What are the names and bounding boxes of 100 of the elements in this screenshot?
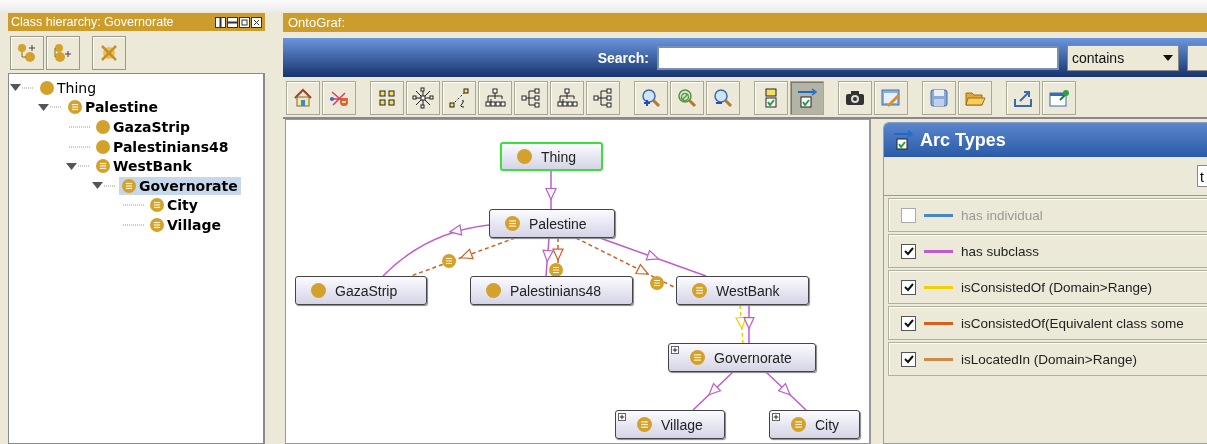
toolbar-button[interactable] [706,81,740,115]
tree-item[interactable]: City [147,196,201,215]
property-arrow [735,304,747,344]
connector-line [123,204,145,207]
minimize-icon [227,16,238,28]
arc-types-title: Arc Types [920,129,1006,151]
checkbox[interactable] [901,315,916,331]
toolbar-button[interactable] [478,81,512,115]
radial-layout-icon [412,87,434,109]
add-sibling-icon [52,42,74,64]
equivalent-class-icon [636,416,653,433]
add-subclass-icon [16,42,38,64]
equivalent-class-icon [504,215,521,232]
tree-item[interactable]: Governorate [119,176,241,195]
connector-line [22,86,34,89]
tree-item[interactable]: Palestinians48 [93,137,232,156]
equivalent-class-icon [790,416,807,433]
subclass-arrow [542,237,554,277]
arc-type-row[interactable]: has subclass [888,234,1207,268]
maximize-view-button[interactable] [239,16,250,28]
search-button[interactable] [1187,44,1207,71]
split-icon [215,16,226,28]
subclass-arrow [743,304,755,344]
class-node[interactable]: WestBank [676,276,809,305]
filter-field[interactable]: t [1197,165,1207,187]
edit-image-icon [880,87,902,109]
arc-filter-icon [892,129,914,151]
toolbar-button[interactable] [514,81,548,115]
toolbar-button[interactable] [790,81,824,115]
arc-type-row[interactable]: isLocatedIn (Domain>Range) [888,342,1207,376]
equivalent-class-icon [149,197,165,214]
tree-layout-icon [556,87,578,109]
class-node[interactable]: GazaStrip [295,276,427,305]
class-node[interactable]: Palestinians48 [470,276,633,305]
class-circle-icon [95,119,111,135]
horizontal-tree-icon [592,87,614,109]
toolbar-button[interactable] [1042,81,1076,115]
toolbar-button[interactable] [550,81,584,115]
zoom-in-icon [640,87,662,109]
class-circle-icon [485,282,502,299]
class-circle-icon [95,138,111,155]
equivalent-class-icon [691,282,708,299]
checkbox[interactable] [901,243,916,259]
toolbar-button[interactable] [406,81,440,115]
connector-line [78,165,90,168]
equivalent-class-icon [689,349,706,366]
arc-filter-icon [796,87,818,109]
search-field[interactable] [657,45,1059,70]
save-icon [928,87,950,109]
connector-line [104,184,116,187]
connector-line [50,106,62,109]
arc-type-row[interactable]: isConsistedOf (Domain>Range) [888,270,1207,304]
toolbar-button[interactable] [586,81,620,115]
toolbar-button[interactable] [838,81,872,115]
search-label: Search: [597,49,649,66]
home-icon [292,87,314,109]
connector-line [123,223,145,226]
arc-type-label: has individual [961,207,1043,223]
pin-icon [1048,87,1070,109]
split-view-button[interactable] [215,16,226,28]
connector-line [69,126,91,128]
checkbox[interactable] [901,207,916,223]
tree-item[interactable]: GazaStrip [93,118,194,136]
grid-layout-icon [376,87,398,109]
arc-type-label: isConsistedOf (Domain>Range) [961,279,1152,295]
zoom-out-icon [712,87,734,109]
close-icon [251,16,262,28]
checkbox[interactable] [901,351,916,367]
arc-type-row[interactable]: isConsistedOf(Equivalent class some [888,306,1207,340]
tree-layout-icon [484,87,506,109]
equivalent-class-icon [95,158,111,175]
close-view-button[interactable] [251,16,262,28]
panel-title: Class hierarchy: Governorate [11,15,174,29]
match-dropdown[interactable]: contains [1067,44,1179,71]
class-node[interactable]: Village [615,410,725,439]
tree-item[interactable]: WestBank [93,157,195,176]
zoom-reset-icon [676,87,698,109]
equivalent-class-icon [67,99,83,116]
panel-title: OntoGraf: [288,15,346,30]
subclass-arrow [765,371,807,411]
class-node[interactable]: Palestine [489,209,615,238]
class-node[interactable]: City [769,410,860,439]
minimize-view-button[interactable] [227,16,238,28]
class-circle-icon [39,79,55,96]
class-node[interactable]: Thing [500,142,603,171]
arc-type-label: isLocatedIn (Domain>Range) [961,351,1137,367]
checkbox[interactable] [901,279,916,295]
arc-type-label: has subclass [961,243,1040,259]
class-node[interactable]: Governorate [668,343,816,372]
subclass-arrow [692,371,734,411]
equivalent-class-icon [121,177,137,194]
class-circle-icon [516,148,533,165]
horizontal-tree-icon [520,87,542,109]
subclass-arrow [545,170,557,210]
toolbar-button[interactable] [634,81,668,115]
tree-item[interactable]: Thing [37,78,100,97]
tree-item[interactable]: Palestine [65,98,161,117]
toolbar-button[interactable] [1006,81,1040,115]
connector-line [69,145,91,148]
tree-item[interactable]: Village [147,215,224,234]
